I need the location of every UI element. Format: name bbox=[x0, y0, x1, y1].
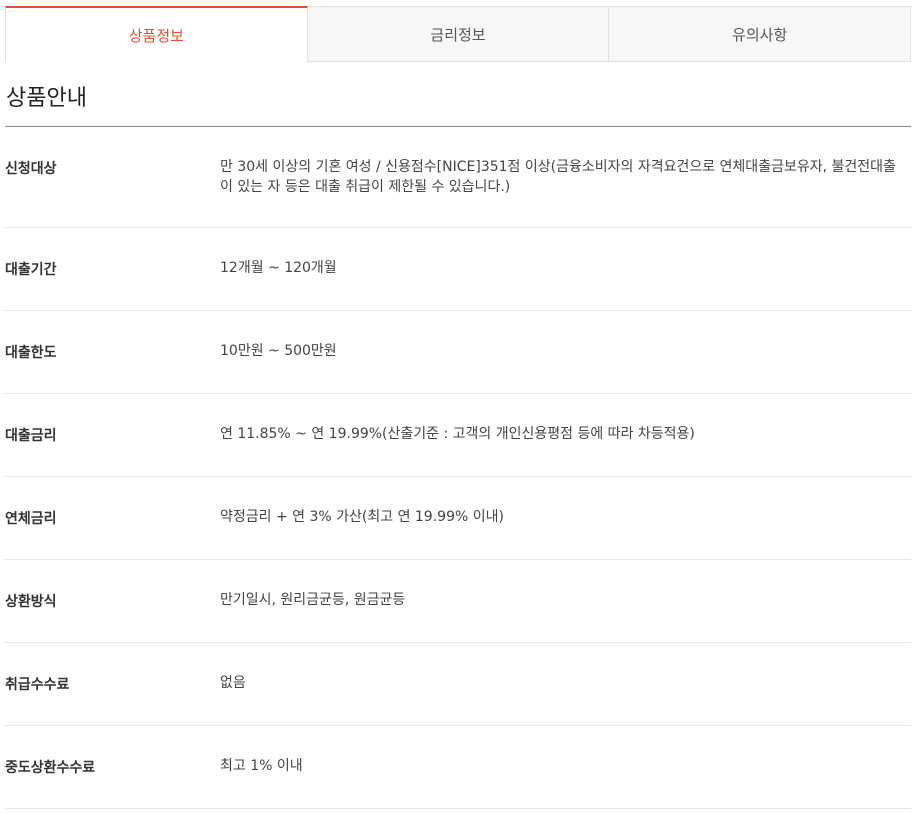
row-value: 없음 bbox=[220, 675, 246, 691]
row-label: 중도상환수수료 bbox=[5, 760, 96, 776]
row-value: 연 11.85% ~ 연 19.99%(산출기준 : 고객의 개인신용평점 등에… bbox=[220, 426, 695, 442]
section-title: 상품안내 bbox=[6, 86, 87, 111]
row-eligibility: 신청대상 만 30세 이상의 기혼 여성 / 신용점수[NICE]351점 이상… bbox=[5, 127, 911, 228]
row-value: 만 30세 이상의 기혼 여성 / 신용점수[NICE]351점 이상(금융소비… bbox=[220, 159, 896, 195]
row-handling-fee: 취급수수료 없음 bbox=[5, 643, 911, 726]
row-value: 12개월 ~ 120개월 bbox=[220, 260, 337, 276]
tab-notices[interactable]: 유의사항 bbox=[609, 6, 912, 62]
product-info-table: 신청대상 만 30세 이상의 기혼 여성 / 신용점수[NICE]351점 이상… bbox=[5, 127, 911, 809]
tab-label: 유의사항 bbox=[732, 25, 788, 44]
row-loan-period: 대출기간 12개월 ~ 120개월 bbox=[5, 228, 911, 311]
row-repayment-method: 상환방식 만기일시, 원리금균등, 원금균등 bbox=[5, 560, 911, 643]
row-label: 대출금리 bbox=[5, 428, 57, 444]
tab-interest-info[interactable]: 금리정보 bbox=[307, 6, 610, 62]
row-value: 최고 1% 이내 bbox=[220, 758, 303, 774]
row-value: 약정금리 + 연 3% 가산(최고 연 19.99% 이내) bbox=[220, 509, 504, 525]
row-label: 신청대상 bbox=[5, 161, 57, 177]
row-label: 대출기간 bbox=[5, 262, 57, 278]
product-tabs: 상품정보 금리정보 유의사항 bbox=[5, 6, 912, 62]
tab-product-info[interactable]: 상품정보 bbox=[5, 6, 308, 62]
row-prepayment-fee: 중도상환수수료 최고 1% 이내 bbox=[5, 726, 911, 809]
row-label: 연체금리 bbox=[5, 511, 57, 527]
row-label: 상환방식 bbox=[5, 594, 57, 610]
tab-label: 금리정보 bbox=[430, 25, 486, 44]
row-value: 10만원 ~ 500만원 bbox=[220, 343, 337, 359]
row-value: 만기일시, 원리금균등, 원금균등 bbox=[220, 592, 406, 608]
row-interest-rate: 대출금리 연 11.85% ~ 연 19.99%(산출기준 : 고객의 개인신용… bbox=[5, 394, 911, 477]
row-loan-limit: 대출한도 10만원 ~ 500만원 bbox=[5, 311, 911, 394]
row-overdue-rate: 연체금리 약정금리 + 연 3% 가산(최고 연 19.99% 이내) bbox=[5, 477, 911, 560]
row-label: 대출한도 bbox=[5, 345, 57, 361]
tab-label: 상품정보 bbox=[128, 26, 184, 45]
row-label: 취급수수료 bbox=[5, 677, 70, 693]
